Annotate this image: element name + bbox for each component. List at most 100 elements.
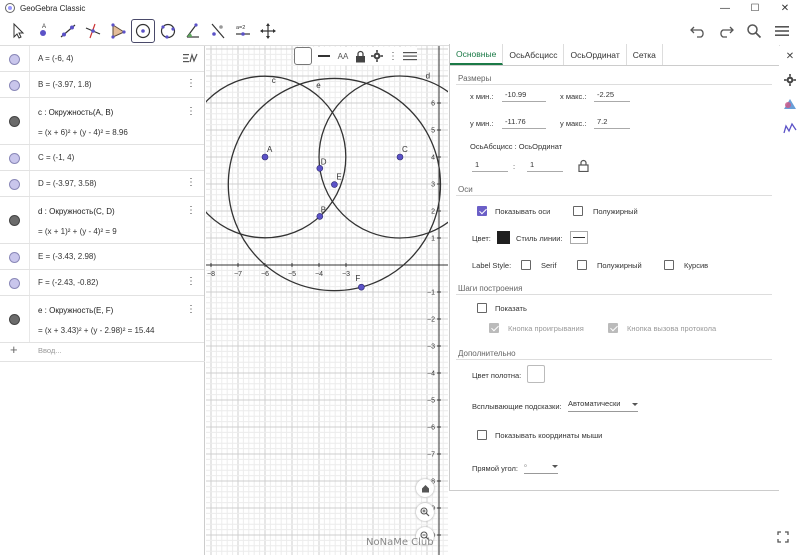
ratio-lock-icon[interactable] — [578, 159, 589, 177]
ymin-field[interactable]: -11.76 — [502, 117, 546, 129]
graphics-canvas[interactable]: −10−9−8−7−6−5−4−3654321−1−2−3−4−5−6−7−8−… — [206, 46, 448, 555]
visibility-toggle[interactable] — [9, 252, 20, 263]
circle-definition[interactable]: c : Окружность(A, B) — [38, 108, 113, 117]
ratio-y-field[interactable]: 1 — [527, 160, 563, 172]
reflect-tool-icon[interactable] — [206, 19, 230, 43]
point-definition[interactable]: C = (-1, 4) — [38, 153, 74, 162]
row-more-icon[interactable]: ⋮ — [186, 205, 196, 216]
point-F[interactable] — [358, 283, 365, 291]
algebra-point-row[interactable]: D = (-3.97, 3.58) ⋮ — [0, 171, 204, 197]
menu-icon[interactable] — [770, 19, 794, 43]
graphics-menu-icon[interactable] — [403, 47, 417, 65]
ymax-field[interactable]: 7.2 — [594, 117, 630, 129]
zoom-in-icon[interactable] — [416, 503, 434, 521]
point-definition[interactable]: B = (-3.97, 1.8) — [38, 80, 92, 89]
point-definition[interactable]: F = (-2.43, -0.82) — [38, 278, 98, 287]
add-icon[interactable]: + — [10, 342, 18, 357]
row-more-icon[interactable]: ⋮ — [186, 78, 196, 89]
circle-equation[interactable]: = (x + 6)² + (y - 4)² = 8.96 — [38, 128, 128, 137]
algebra-graphics-icon[interactable] — [780, 116, 800, 140]
redo-icon[interactable] — [714, 19, 738, 43]
graphics-view[interactable]: −10−9−8−7−6−5−4−3654321−1−2−3−4−5−6−7−8−… — [206, 46, 448, 555]
algebra-point-row[interactable]: A = (-6, 4) — [0, 46, 204, 72]
tab-2[interactable]: ОсьОрдинат — [564, 44, 627, 65]
point-definition[interactable]: D = (-3.97, 3.58) — [38, 179, 96, 188]
angle-tool-icon[interactable] — [181, 19, 205, 43]
circle-definition[interactable]: d : Окружность(C, D) — [38, 207, 115, 216]
graphics-settings-gear-icon[interactable] — [780, 68, 800, 92]
algebra-point-row[interactable]: E = (-3.43, 2.98) — [0, 244, 204, 270]
tab-1[interactable]: ОсьАбсцисс — [503, 44, 565, 65]
ratio-x-field[interactable]: 1 — [472, 160, 508, 172]
point-A[interactable] — [261, 153, 269, 161]
circle-three-points-tool-icon[interactable] — [156, 19, 180, 43]
visibility-toggle[interactable] — [9, 54, 20, 65]
algebra-circle-row[interactable]: c : Окружность(A, B) = (x + 6)² + (y - 4)… — [0, 98, 204, 145]
algebra-sort-icon[interactable] — [180, 48, 200, 68]
mouse-coords-checkbox[interactable] — [477, 430, 487, 440]
fullscreen-icon[interactable] — [777, 530, 789, 543]
algebra-circle-row[interactable]: e : Окружность(E, F) = (x + 3.43)² + (y -… — [0, 296, 204, 343]
algebra-point-row[interactable]: C = (-1, 4) — [0, 145, 204, 171]
visibility-toggle[interactable] — [9, 179, 20, 190]
circle-equation[interactable]: = (x + 1)² + (y - 4)² = 9 — [38, 227, 117, 236]
xmax-field[interactable]: -2.25 — [594, 90, 630, 102]
search-icon[interactable] — [742, 19, 766, 43]
point-definition[interactable]: A = (-6, 4) — [38, 54, 73, 63]
settings-gear-icon[interactable] — [371, 47, 383, 65]
row-more-icon[interactable]: ⋮ — [186, 177, 196, 188]
line-style-button[interactable] — [317, 47, 331, 65]
visibility-toggle[interactable] — [9, 153, 20, 164]
xmin-field[interactable]: -10.99 — [502, 90, 546, 102]
serif-checkbox[interactable] — [521, 260, 531, 270]
circle-definition[interactable]: e : Окружность(E, F) — [38, 306, 113, 315]
lock-icon[interactable] — [355, 47, 366, 65]
circle-equation[interactable]: = (x + 3.43)² + (y - 2.98)² = 15.44 — [38, 326, 155, 335]
objects-style-icon[interactable] — [780, 92, 800, 116]
right-angle-dropdown[interactable]: ▫ — [524, 461, 558, 474]
close-panel-icon[interactable]: ✕ — [780, 44, 800, 68]
visibility-toggle[interactable] — [9, 215, 20, 226]
axes-bold-checkbox[interactable] — [573, 206, 583, 216]
visibility-toggle[interactable] — [9, 80, 20, 91]
point-E[interactable] — [331, 181, 338, 188]
more-vertical-icon[interactable]: ⋮ — [388, 47, 398, 65]
visibility-toggle[interactable] — [9, 116, 20, 127]
move-graphics-tool-icon[interactable] — [256, 19, 280, 43]
row-more-icon[interactable]: ⋮ — [186, 276, 196, 287]
maximize-button[interactable]: ☐ — [740, 0, 770, 16]
row-more-icon[interactable]: ⋮ — [186, 106, 196, 117]
label-bold-checkbox[interactable] — [577, 260, 587, 270]
tab-3[interactable]: Сетка — [627, 44, 663, 65]
algebra-circle-row[interactable]: d : Окружность(C, D) = (x + 1)² + (y - 4)… — [0, 197, 204, 244]
algebra-point-row[interactable]: F = (-2.43, -0.82) ⋮ — [0, 270, 204, 296]
circle-tool-icon[interactable] — [131, 18, 155, 43]
point-style-button[interactable] — [294, 47, 312, 65]
visibility-toggle[interactable] — [9, 278, 20, 289]
polygon-tool-icon[interactable] — [106, 19, 130, 43]
algebra-input[interactable]: + Ввод... — [0, 338, 205, 362]
point-C[interactable] — [396, 153, 404, 161]
tooltips-dropdown[interactable]: Автоматически — [568, 399, 638, 412]
minimize-button[interactable]: — — [710, 0, 740, 16]
line-style-selector[interactable] — [570, 231, 588, 244]
visibility-toggle[interactable] — [9, 314, 20, 325]
show-steps-checkbox[interactable] — [477, 303, 487, 313]
italic-checkbox[interactable] — [664, 260, 674, 270]
row-more-icon[interactable]: ⋮ — [186, 304, 196, 315]
perpendicular-tool-icon[interactable] — [81, 19, 105, 43]
tab-0[interactable]: Основные — [450, 44, 504, 65]
axes-color-swatch[interactable] — [497, 231, 510, 244]
move-tool-icon[interactable] — [6, 19, 30, 43]
undo-icon[interactable] — [686, 19, 710, 43]
close-button[interactable]: ✕ — [770, 0, 800, 16]
slider-tool-icon[interactable]: a=2 — [231, 19, 255, 43]
algebra-point-row[interactable]: B = (-3.97, 1.8) ⋮ — [0, 72, 204, 98]
text-style-button[interactable]: AA — [336, 47, 350, 65]
background-color-swatch[interactable] — [527, 365, 545, 383]
home-icon[interactable] — [416, 479, 434, 497]
point-definition[interactable]: E = (-3.43, 2.98) — [38, 252, 96, 261]
point-tool-icon[interactable]: A — [31, 19, 55, 43]
show-axes-checkbox[interactable] — [477, 206, 487, 216]
line-tool-icon[interactable] — [56, 19, 80, 43]
